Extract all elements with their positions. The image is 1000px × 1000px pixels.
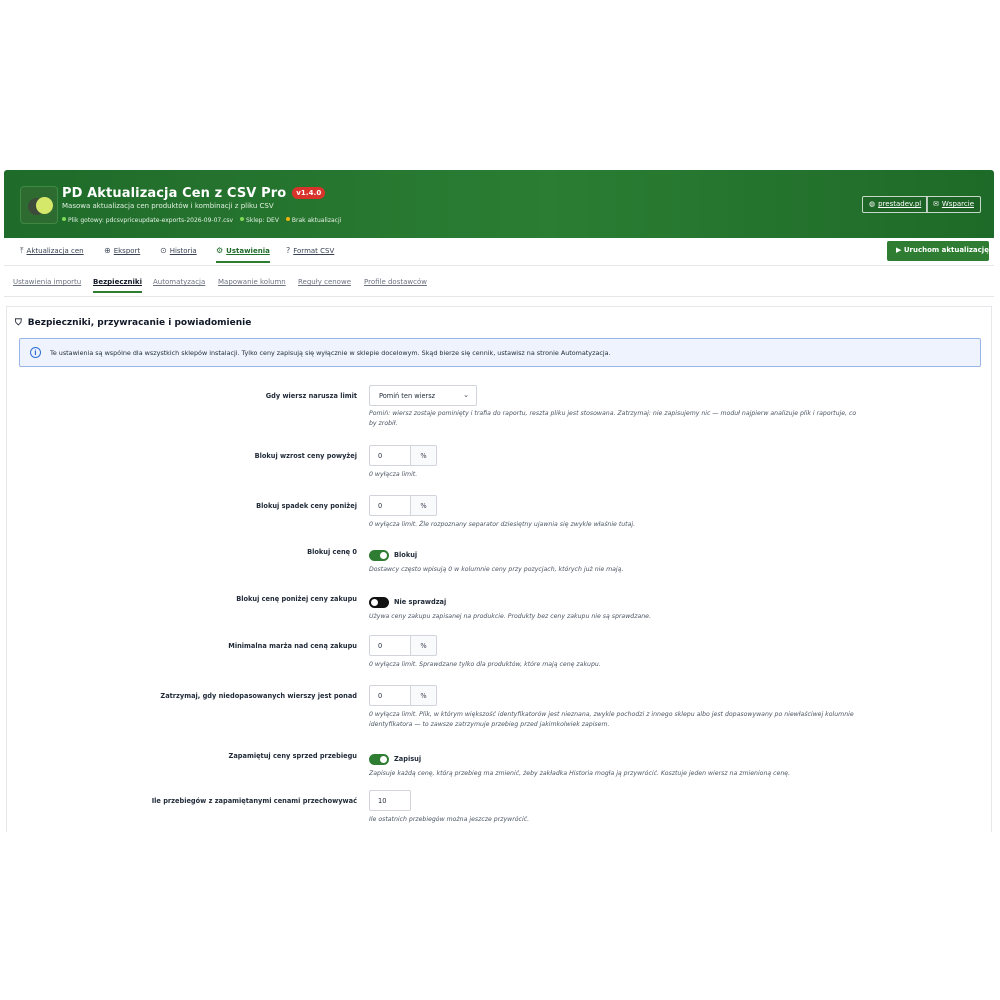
subtab-safeguards[interactable]: Bezpieczniki (93, 278, 142, 293)
field-label: Zapamiętuj ceny sprzed przebiegu (228, 752, 357, 760)
runs-kept-input[interactable]: 10 (369, 790, 411, 811)
toggle-label: Blokuj (394, 551, 418, 559)
field-label: Minimalna marża nad ceną zakupu (228, 642, 357, 650)
percent-addon: % (411, 445, 437, 466)
tab-history[interactable]: ⊙ Historia (160, 246, 197, 261)
status-dot-icon (62, 217, 66, 221)
field-label: Blokuj cenę 0 (307, 548, 357, 556)
module-subtitle: Masowa aktualizacja cen produktów i komb… (62, 202, 274, 210)
switch-on (369, 549, 389, 561)
run-button-label: Uruchom aktualizację (903, 246, 989, 254)
subtab-automation[interactable]: Automatyzacja (153, 278, 205, 291)
field-hint: Pomiń: wiersz zostaje pominięty i trafia… (369, 409, 899, 429)
unmatched-stop-input[interactable]: 0 (369, 685, 411, 706)
subtab-column-mapping[interactable]: Mapowanie kolumn (218, 278, 286, 291)
shield-icon: ⛉ (15, 318, 22, 328)
percent-addon: % (411, 635, 437, 656)
field-hint: Używa ceny zakupu zapisanej na produkcie… (369, 613, 651, 620)
website-button[interactable]: ◍ prestadev.pl (862, 196, 929, 213)
status-dot-icon (240, 217, 245, 221)
block-below-cost-toggle[interactable]: Nie sprawdzaj (369, 595, 446, 609)
remember-prices-toggle[interactable]: Zapisuj (369, 752, 421, 766)
history-icon: ⊙ (160, 246, 167, 255)
toggle-label: Zapisuj (394, 755, 422, 763)
info-alert: i Te ustawienia są wspólne dla wszystkic… (19, 338, 981, 367)
min-margin-input[interactable]: 0 (369, 635, 411, 656)
field-label: Blokuj cenę poniżej ceny zakupu (236, 595, 357, 603)
field-hint: 0 wyłącza limit. Źle rozpoznany separato… (369, 521, 636, 528)
field-hint: 0 wyłącza limit. (369, 471, 418, 478)
tab-export[interactable]: ⊕ Eksport (104, 246, 140, 261)
tab-csv-format[interactable]: ? Format CSV (286, 246, 334, 261)
hint-line: by zrobił. (369, 420, 398, 427)
upload-icon: ⤒ (20, 246, 24, 255)
support-label: Wsparcie (941, 200, 975, 208)
info-text: Te ustawienia są wspólne dla wszystkich … (50, 349, 611, 357)
info-icon: i (30, 347, 41, 358)
globe-icon: ◍ (869, 200, 876, 208)
field-hint: Zapisuje każdą cenę, którą przebieg ma z… (369, 770, 791, 777)
settings-subtabs: Ustawienia importu Bezpieczniki Automaty… (4, 266, 994, 297)
status-file: Plik gotowy: pdcsvpriceupdate-exports-20… (68, 217, 234, 224)
tab-price-update[interactable]: ⤒ Aktualizacja cen (20, 246, 84, 262)
help-icon: ? (286, 246, 291, 255)
run-update-button[interactable]: ▶ Uruchom aktualizację (887, 241, 989, 261)
block-decrease-input[interactable]: 0 (369, 495, 411, 516)
status-dot-icon (285, 217, 290, 221)
support-button[interactable]: ✉ Wsparcie (926, 196, 982, 213)
version-badge: v1.4.0 (292, 187, 326, 199)
module-title: PD Aktualizacja Cen z CSV Pro v1.4.0 (62, 186, 326, 201)
field-hint: 0 wyłącza limit. Sprawdzane tylko dla pr… (369, 661, 601, 668)
percent-addon: % (411, 685, 437, 706)
play-icon: ▶ (896, 246, 904, 254)
title-text: PD Aktualizacja Cen z CSV Pro (62, 186, 287, 201)
switch-on (369, 753, 389, 765)
gears-icon: ⚙ (216, 246, 224, 255)
website-label: prestadev.pl (878, 200, 922, 208)
main-tabs: ⤒ Aktualizacja cen ⊕ Eksport ⊙ Historia ⚙ Us… (4, 238, 994, 266)
field-hint: Dostawcy często wpisują 0 w kolumnie cen… (369, 566, 624, 573)
envelope-icon: ✉ (933, 200, 939, 208)
hint-line: identyfikatora — to zawsze zatrzymuje pr… (369, 721, 610, 728)
subtab-supplier-profiles[interactable]: Profile dostawców (364, 278, 427, 291)
field-hint: 0 wyłącza limit. Plik, w którym większoś… (369, 710, 899, 730)
field-label: Blokuj spadek ceny poniżej (256, 502, 357, 510)
field-label: Ile przebiegów z zapamiętanymi cenami pr… (151, 797, 357, 805)
tab-label: Historia (169, 247, 197, 255)
module-header: PD Aktualizacja Cen z CSV Pro v1.4.0 Maso… (4, 170, 994, 238)
status-updates: Brak aktualizacji (291, 217, 342, 224)
subtab-price-rules[interactable]: Reguły cenowe (298, 278, 351, 291)
select-value: Pomiń ten wiersz (379, 392, 436, 400)
field-label: Gdy wiersz narusza limit (265, 392, 357, 400)
limit-action-select[interactable]: Pomiń ten wiersz ⌄ (369, 385, 477, 406)
field-label: Blokuj wzrost ceny powyżej (254, 452, 357, 460)
hint-line: 0 wyłącza limit. Plik, w którym większoś… (369, 711, 854, 718)
tab-label: Ustawienia (226, 247, 270, 255)
status-shop: Sklep: DEV (246, 217, 279, 224)
block-zero-toggle[interactable]: Blokuj (369, 548, 417, 562)
safeguards-panel: ⛉ Bezpieczniki, przywracanie i powiadomie… (6, 306, 992, 832)
toggle-label: Nie sprawdzaj (394, 598, 447, 606)
module-logo-icon (20, 186, 58, 224)
tab-settings[interactable]: ⚙ Ustawienia (216, 246, 270, 263)
subtab-import-settings[interactable]: Ustawienia importu (13, 278, 81, 291)
hint-line: Pomiń: wiersz zostaje pominięty i trafia… (369, 410, 857, 417)
field-hint: Ile ostatnich przebiegów można jeszcze p… (369, 816, 530, 823)
block-increase-input[interactable]: 0 (369, 445, 411, 466)
tab-label: Eksport (113, 247, 141, 255)
chevron-down-icon: ⌄ (463, 391, 469, 399)
tab-label: Format CSV (293, 247, 335, 255)
tab-label: Aktualizacja cen (26, 247, 84, 255)
status-line: Plik gotowy: pdcsvpriceupdate-exports-20… (62, 217, 341, 224)
module-app: PD Aktualizacja Cen z CSV Pro v1.4.0 Maso… (4, 170, 994, 832)
panel-title-text: Bezpieczniki, przywracanie i powiadomien… (27, 318, 252, 328)
panel-title: ⛉ Bezpieczniki, przywracanie i powiadomie… (15, 318, 251, 328)
switch-off (369, 596, 389, 608)
download-icon: ⊕ (104, 246, 111, 255)
percent-addon: % (411, 495, 437, 516)
field-label: Zatrzymaj, gdy niedopasowanych wierszy j… (160, 692, 357, 700)
